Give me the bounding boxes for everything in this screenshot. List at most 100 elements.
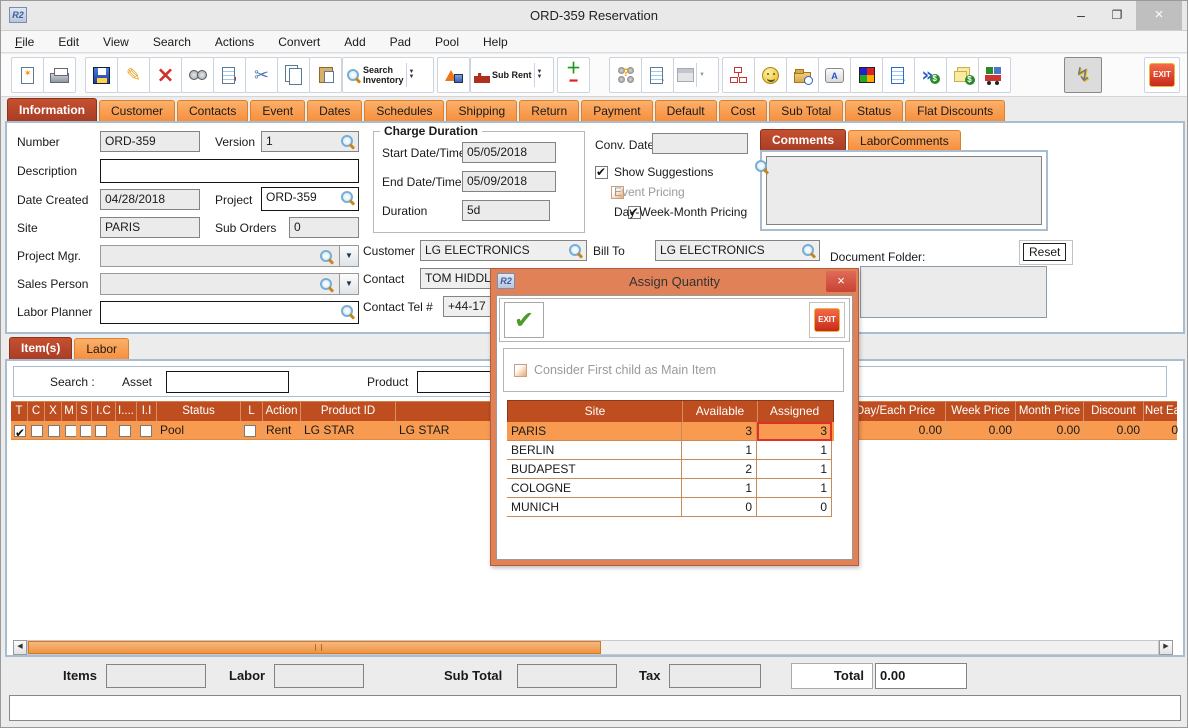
note-edit-button[interactable]: ✎: [882, 57, 915, 93]
dialog-col-site[interactable]: Site: [508, 401, 683, 422]
menu-view[interactable]: View: [103, 35, 129, 49]
row-s-checkbox[interactable]: [80, 425, 92, 437]
reset-button[interactable]: Reset: [1023, 243, 1066, 261]
available-cell[interactable]: 1: [682, 441, 757, 460]
menu-pool[interactable]: Pool: [435, 35, 459, 49]
tab-cost[interactable]: Cost: [719, 100, 768, 121]
sub-rent-dropdown-icon[interactable]: ▼▼: [534, 63, 543, 87]
close-button[interactable]: ×: [1136, 1, 1182, 30]
col-x[interactable]: X: [45, 402, 62, 421]
row-t-checkbox[interactable]: [14, 425, 26, 437]
dialog-row-cologne[interactable]: COLOGNE 1 1: [507, 479, 834, 498]
tab-labor-comments[interactable]: LaborComments: [848, 130, 961, 150]
dialog-row-paris[interactable]: PARIS 3 3: [507, 422, 834, 441]
description-input[interactable]: [100, 159, 359, 183]
row-status[interactable]: Pool: [157, 421, 241, 439]
assigned-cell[interactable]: 1: [757, 460, 832, 479]
col-s[interactable]: S: [77, 402, 92, 421]
assigned-cell[interactable]: 1: [757, 441, 832, 460]
col-discount[interactable]: Discount: [1084, 402, 1144, 421]
tab-sub-total[interactable]: Sub Total: [769, 100, 843, 121]
find-button[interactable]: [181, 57, 214, 93]
dialog-col-available[interactable]: Available: [683, 401, 758, 422]
row-product-id[interactable]: LG STAR: [301, 421, 396, 439]
available-cell[interactable]: 1: [682, 479, 757, 498]
row-i-checkbox[interactable]: [119, 425, 131, 437]
site-cell[interactable]: MUNICH: [507, 498, 682, 517]
org-chart-button[interactable]: [722, 57, 755, 93]
export-button[interactable]: ↘: [213, 57, 246, 93]
customer-field[interactable]: LG ELECTRONICS: [420, 240, 587, 261]
tab-event[interactable]: Event: [250, 100, 305, 121]
tab-contacts[interactable]: Contacts: [177, 100, 248, 121]
col-week-price[interactable]: Week Price: [946, 402, 1016, 421]
cut-button[interactable]: ✂: [245, 57, 278, 93]
project-mgr-combo[interactable]: ▼: [100, 245, 359, 267]
row-action[interactable]: Rent: [263, 421, 301, 439]
shapes-button[interactable]: [437, 57, 470, 93]
blocks-button[interactable]: [850, 57, 883, 93]
dialog-row-budapest[interactable]: BUDAPEST 2 1: [507, 460, 834, 479]
menu-actions[interactable]: Actions: [215, 35, 254, 49]
minimize-button[interactable]: –: [1064, 1, 1098, 30]
hscroll-thumb[interactable]: [28, 641, 601, 654]
labor-planner-search-icon[interactable]: [340, 304, 355, 319]
menu-file[interactable]: File: [15, 35, 34, 49]
site-cell[interactable]: PARIS: [507, 422, 682, 441]
row-ic-checkbox[interactable]: [95, 425, 107, 437]
paste-button[interactable]: [309, 57, 342, 93]
menu-edit[interactable]: Edit: [58, 35, 79, 49]
asset-input[interactable]: [166, 371, 289, 393]
tab-schedules[interactable]: Schedules: [364, 100, 444, 121]
tab-shipping[interactable]: Shipping: [446, 100, 517, 121]
add-remove-button[interactable]: ＋━: [557, 57, 590, 93]
tab-customer[interactable]: Customer: [99, 100, 175, 121]
menu-pad[interactable]: Pad: [390, 35, 411, 49]
site-cell[interactable]: BERLIN: [507, 441, 682, 460]
dialog-exit-button[interactable]: EXIT: [809, 302, 845, 338]
assigned-cell[interactable]: 0: [757, 498, 832, 517]
customer-search-icon[interactable]: [568, 243, 583, 258]
keyboard-button[interactable]: A: [818, 57, 851, 93]
tab-payment[interactable]: Payment: [581, 100, 652, 121]
bill-to-search-icon[interactable]: [801, 243, 816, 258]
new-button[interactable]: ✶: [11, 57, 44, 93]
tab-dates[interactable]: Dates: [307, 100, 362, 121]
smiley-button[interactable]: [754, 57, 787, 93]
assigned-cell-editing[interactable]: 3: [757, 422, 832, 441]
dialog-row-berlin[interactable]: BERLIN 1 1: [507, 441, 834, 460]
project-mgr-search-icon[interactable]: [319, 249, 334, 264]
col-l[interactable]: L: [241, 402, 263, 421]
shipping-truck-button[interactable]: [978, 57, 1011, 93]
project-input[interactable]: ORD-359: [261, 187, 359, 211]
print-button[interactable]: [43, 57, 76, 93]
col-t[interactable]: T: [11, 402, 28, 421]
col-net-ea[interactable]: Net Ea: [1144, 402, 1181, 421]
project-mgr-dropdown-icon[interactable]: ▼: [339, 246, 358, 266]
version-field[interactable]: 1: [261, 131, 359, 152]
notes-button[interactable]: ✎: [641, 57, 674, 93]
row-x-checkbox[interactable]: [48, 425, 60, 437]
sales-person-dropdown-icon[interactable]: ▼: [339, 274, 358, 294]
copy-button[interactable]: [277, 57, 310, 93]
col-product-id[interactable]: Product ID: [301, 402, 396, 421]
menu-help[interactable]: Help: [483, 35, 508, 49]
row-m-checkbox[interactable]: [65, 425, 77, 437]
dialog-col-assigned[interactable]: Assigned: [758, 401, 831, 422]
maximize-button[interactable]: ❐: [1100, 1, 1134, 30]
show-suggestions-checkbox[interactable]: [595, 166, 608, 179]
available-cell[interactable]: 2: [682, 460, 757, 479]
exit-button[interactable]: EXIT: [1144, 57, 1180, 93]
tab-default[interactable]: Default: [655, 100, 717, 121]
col-status[interactable]: Status: [157, 402, 241, 421]
dialog-close-button[interactable]: ×: [826, 271, 856, 292]
sales-person-combo[interactable]: ▼: [100, 273, 359, 295]
group-query-button[interactable]: ?: [609, 57, 642, 93]
row-week[interactable]: 0.00: [946, 421, 1016, 439]
dialog-title-bar[interactable]: R2 Assign Quantity ×: [491, 269, 858, 295]
sales-person-search-icon[interactable]: [319, 277, 334, 292]
col-ii[interactable]: I.I: [137, 402, 157, 421]
row-ii-checkbox[interactable]: [140, 425, 152, 437]
hscroll-left-arrow[interactable]: ◀: [13, 640, 27, 655]
col-action[interactable]: Action: [263, 402, 301, 421]
